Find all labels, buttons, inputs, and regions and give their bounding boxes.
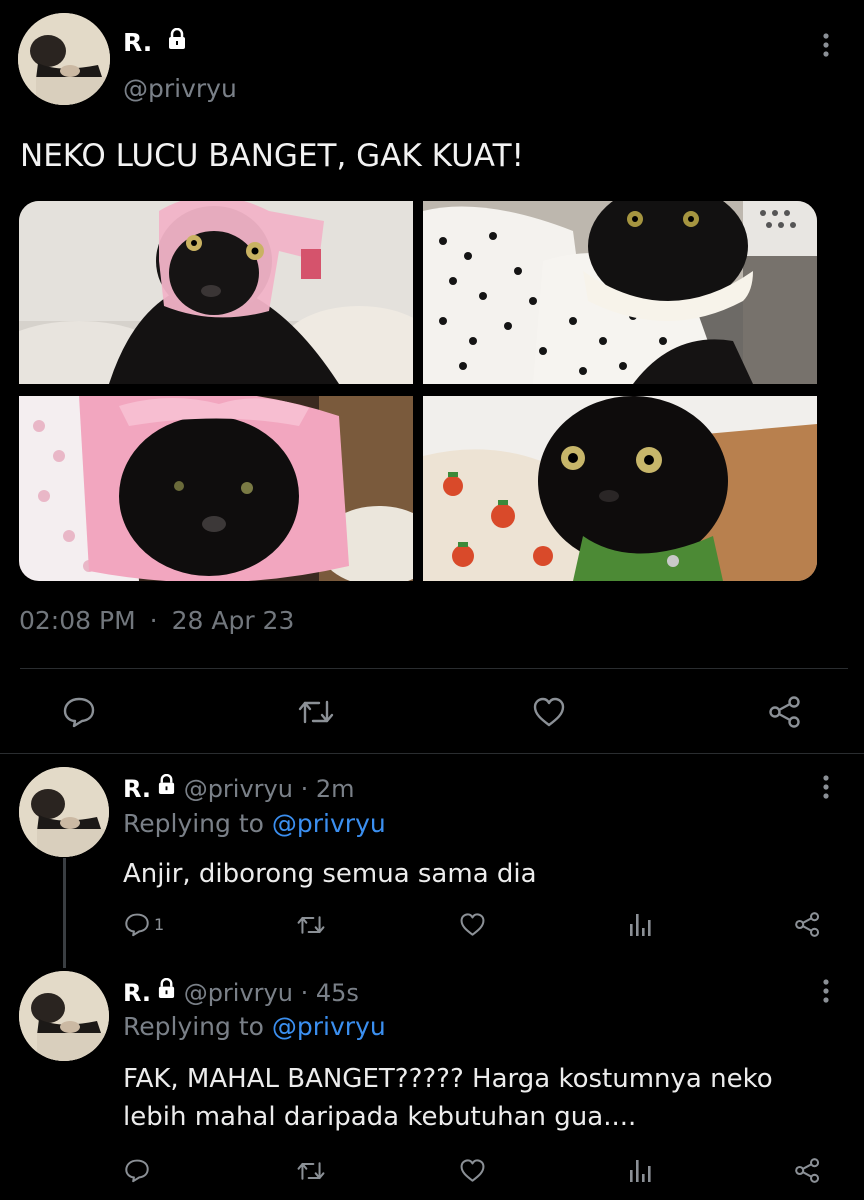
reply-count: 1 xyxy=(154,915,165,934)
handle: @privryu xyxy=(183,775,293,803)
share-icon xyxy=(795,1158,820,1183)
reply-button[interactable]: 1 xyxy=(124,912,164,937)
tweet-timestamp[interactable]: 02:08 PM · 28 Apr 23 xyxy=(19,606,294,635)
lock-icon xyxy=(167,27,187,56)
replying-to: Replying to @privryu xyxy=(123,809,386,838)
thread-line xyxy=(63,858,66,968)
reply-button[interactable] xyxy=(62,696,96,728)
reply-header[interactable]: R. @privryu · 45s xyxy=(123,977,359,1008)
more-vertical-icon[interactable] xyxy=(816,978,836,1004)
retweet-icon xyxy=(297,916,325,934)
cat-photo-pink-hood[interactable] xyxy=(19,201,413,384)
reply-icon xyxy=(63,697,95,728)
display-name[interactable]: R. xyxy=(123,27,187,59)
retweet-icon xyxy=(298,700,334,724)
share-button[interactable] xyxy=(768,696,802,728)
replying-to-link[interactable]: @privryu xyxy=(272,1012,386,1041)
reply-text: Anjir, diborong semua sama dia xyxy=(123,859,537,889)
main-tweet: R. @privryu NEKO LUCU BANGET, GAK KUAT! xyxy=(0,0,864,754)
lock-icon xyxy=(157,977,176,1005)
divider xyxy=(20,668,848,669)
avatar-image xyxy=(19,971,109,1061)
handle: @privryu xyxy=(183,979,293,1007)
share-icon xyxy=(795,912,820,937)
lock-icon xyxy=(157,773,176,801)
like-button[interactable] xyxy=(459,912,486,937)
like-button[interactable] xyxy=(459,1158,486,1183)
retweet-icon xyxy=(297,1162,325,1180)
media-grid xyxy=(19,201,817,581)
handle[interactable]: @privryu xyxy=(123,74,237,103)
avatar[interactable] xyxy=(19,767,109,857)
retweet-button[interactable] xyxy=(298,698,334,726)
like-icon xyxy=(460,913,485,936)
reply-age: · 2m xyxy=(300,775,355,803)
analytics-icon xyxy=(630,1160,651,1182)
cat-photo-polka-dress[interactable] xyxy=(423,201,817,384)
share-button[interactable] xyxy=(794,1158,821,1183)
replying-to-link[interactable]: @privryu xyxy=(272,809,386,838)
analytics-button[interactable] xyxy=(628,1158,652,1184)
replying-prefix: Replying to xyxy=(123,809,264,838)
avatar[interactable] xyxy=(19,971,109,1061)
cat-photo-pink-bonnet[interactable] xyxy=(19,396,413,581)
more-vertical-icon[interactable] xyxy=(816,32,836,58)
reply-icon xyxy=(125,913,149,937)
like-button[interactable] xyxy=(532,696,566,728)
reply-button[interactable] xyxy=(124,1158,150,1183)
reply-header[interactable]: R. @privryu · 2m xyxy=(123,773,355,804)
display-name: R. xyxy=(123,775,152,803)
share-button[interactable] xyxy=(794,912,821,937)
more-vertical-icon[interactable] xyxy=(816,774,836,800)
replying-to: Replying to @privryu xyxy=(123,1012,386,1041)
meta-separator: · xyxy=(149,606,158,635)
avatar-image xyxy=(19,767,109,857)
display-name-text: R. xyxy=(123,28,153,57)
tweet-time: 02:08 PM xyxy=(19,606,136,635)
share-icon xyxy=(769,696,800,728)
analytics-icon xyxy=(630,914,651,936)
reply-text: FAK, MAHAL BANGET????? Harga kostumnya n… xyxy=(123,1060,823,1136)
avatar-image xyxy=(18,13,110,105)
analytics-button[interactable] xyxy=(628,912,652,938)
divider xyxy=(0,753,864,754)
like-icon xyxy=(460,1159,485,1182)
like-icon xyxy=(533,697,565,727)
reply-icon xyxy=(125,1159,149,1183)
replying-prefix: Replying to xyxy=(123,1012,264,1041)
reply-text-line: FAK, MAHAL BANGET????? Harga kostumnya n… xyxy=(123,1064,773,1094)
tweet-date: 28 Apr 23 xyxy=(171,606,295,635)
reply-age: · 45s xyxy=(300,979,359,1007)
avatar[interactable] xyxy=(18,13,110,105)
reply-text-line: lebih mahal daripada kebutuhan gua.... xyxy=(123,1102,637,1132)
tweet-text: NEKO LUCU BANGET, GAK KUAT! xyxy=(20,138,524,174)
retweet-button[interactable] xyxy=(297,1160,325,1182)
retweet-button[interactable] xyxy=(297,914,325,936)
cat-photo-strawberry-sweater[interactable] xyxy=(423,396,817,581)
display-name: R. xyxy=(123,979,152,1007)
